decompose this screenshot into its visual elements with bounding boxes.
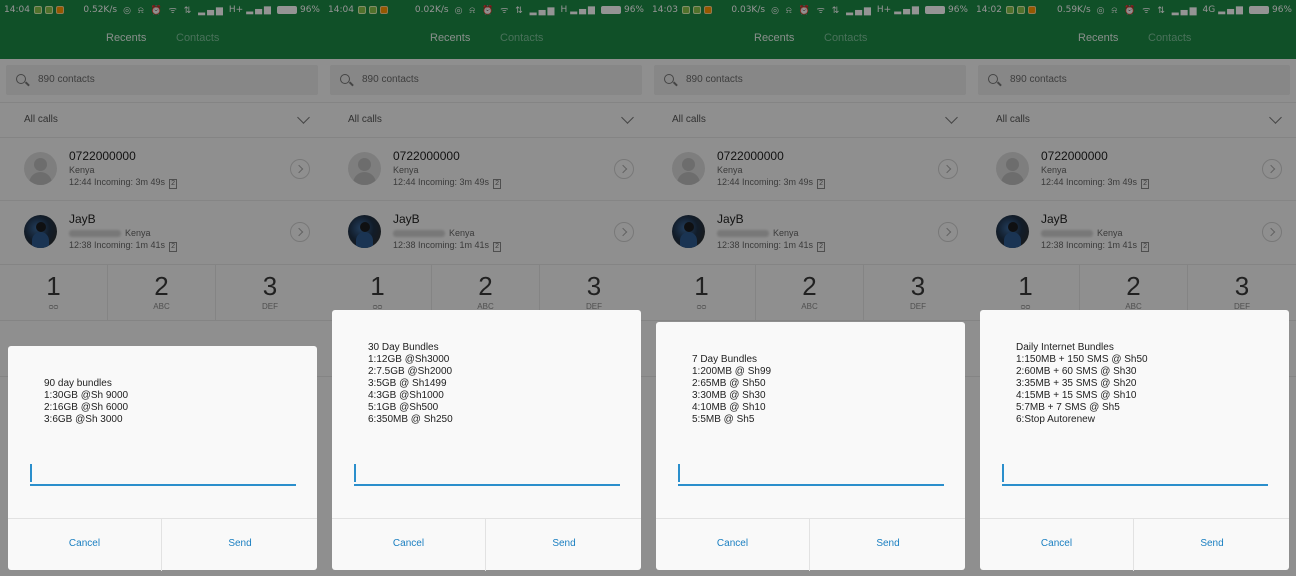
send-button[interactable]: Send: [811, 519, 965, 571]
reply-input[interactable]: [30, 484, 296, 486]
cancel-button[interactable]: Cancel: [656, 519, 810, 571]
ussd-dialog: 30 Day Bundles 1:12GB @Sh3000 2:7.5GB @S…: [332, 310, 641, 571]
reply-input[interactable]: [354, 484, 620, 486]
screenshot-collage: 14:04 0.52K/s ◎ ⍾ ⏰ ᯤ ⇅ ▂▄▆ H+ ▂▄▆ 96% R…: [0, 0, 1296, 576]
ussd-message: 30 Day Bundles 1:12GB @Sh3000 2:7.5GB @S…: [368, 342, 453, 425]
dialog-buttons: Cancel Send: [980, 518, 1289, 571]
reply-input[interactable]: [1002, 484, 1268, 486]
reply-input[interactable]: [678, 484, 944, 486]
ussd-message: Daily Internet Bundles 1:150MB + 150 SMS…: [1016, 342, 1148, 425]
text-cursor: [1002, 464, 1004, 482]
phone-screen-1: 14:04 0.52K/s ◎ ⍾ ⏰ ᯤ ⇅ ▂▄▆ H+ ▂▄▆ 96% R…: [0, 0, 324, 576]
ussd-dialog: 7 Day Bundles 1:200MB @ Sh99 2:65MB @ Sh…: [656, 322, 965, 571]
ussd-message: 90 day bundles 1:30GB @Sh 9000 2:16GB @S…: [44, 378, 129, 425]
cancel-button[interactable]: Cancel: [980, 519, 1134, 571]
dialog-buttons: Cancel Send: [8, 518, 317, 571]
cancel-button[interactable]: Cancel: [332, 519, 486, 571]
phone-screen-3: 14:03 0.03K/s ◎ ⍾ ⏰ ᯤ ⇅ ▂▄▆ H+ ▂▄▆ 96% R…: [648, 0, 972, 576]
send-button[interactable]: Send: [487, 519, 641, 571]
text-cursor: [30, 464, 32, 482]
dialog-buttons: Cancel Send: [332, 518, 641, 571]
send-button[interactable]: Send: [163, 519, 317, 571]
ussd-dialog: Daily Internet Bundles 1:150MB + 150 SMS…: [980, 310, 1289, 571]
send-button[interactable]: Send: [1135, 519, 1289, 571]
text-cursor: [678, 464, 680, 482]
phone-screen-4: 14:02 0.59K/s ◎ ⍾ ⏰ ᯤ ⇅ ▂▄▆ 4G ▂▄▆ 96% R…: [972, 0, 1296, 576]
phone-screen-2: 14:04 0.02K/s ◎ ⍾ ⏰ ᯤ ⇅ ▂▄▆ H ▂▄▆ 96% Re…: [324, 0, 648, 576]
cancel-button[interactable]: Cancel: [8, 519, 162, 571]
ussd-dialog: 90 day bundles 1:30GB @Sh 9000 2:16GB @S…: [8, 346, 317, 571]
dialog-buttons: Cancel Send: [656, 518, 965, 571]
text-cursor: [354, 464, 356, 482]
ussd-message: 7 Day Bundles 1:200MB @ Sh99 2:65MB @ Sh…: [692, 354, 772, 425]
